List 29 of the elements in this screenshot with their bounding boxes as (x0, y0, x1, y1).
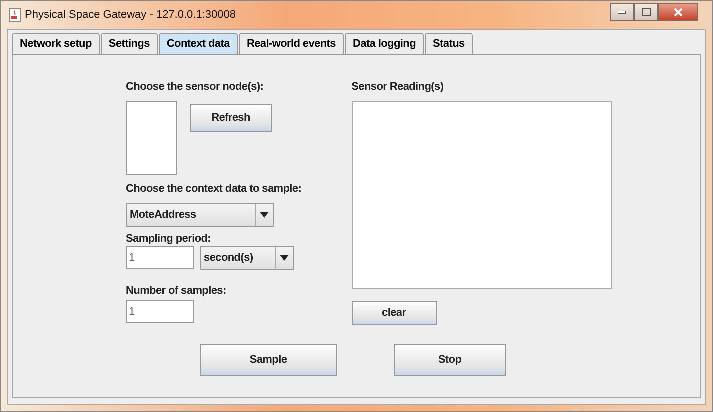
refresh-button[interactable]: Refresh (190, 104, 272, 132)
maximize-icon (642, 8, 650, 16)
tab[interactable]: Real-world events (238, 33, 344, 54)
maximize-button[interactable] (634, 3, 658, 21)
minimize-icon (618, 10, 626, 14)
dropdown-arrow-icon (260, 212, 269, 218)
minimize-button[interactable] (610, 3, 634, 21)
number-of-samples-field[interactable]: 1 (126, 300, 194, 323)
tab[interactable]: Status (425, 33, 473, 54)
action-button[interactable]: Sample (200, 344, 337, 376)
field-label: Choose the context data to sample: (126, 183, 302, 195)
action-button[interactable]: Stop (394, 344, 506, 376)
tab[interactable]: Network setup (12, 33, 100, 54)
tab[interactable]: Data logging (344, 33, 424, 54)
field-label: Sensor Reading(s) (352, 81, 445, 93)
close-button[interactable] (658, 3, 698, 21)
field-label: Number of samples: (126, 285, 228, 297)
sensor-node-list[interactable] (126, 101, 177, 175)
tab[interactable]: Settings (100, 33, 158, 54)
unit-dropdown[interactable]: second(s) (200, 246, 294, 270)
clear-button[interactable]: clear (352, 301, 437, 325)
dropdown-arrow-icon (280, 255, 289, 261)
field-label: Sampling period: (126, 233, 212, 245)
context-data-dropdown[interactable]: MoteAddress (126, 203, 274, 227)
field-label: Choose the sensor node(s): (126, 81, 265, 93)
window-title: Physical Space Gateway - 127.0.0.1:30008 (25, 9, 237, 21)
tab[interactable]: Context data (158, 33, 238, 54)
close-icon (674, 8, 682, 16)
sampling-period-field[interactable]: 1 (126, 246, 194, 269)
